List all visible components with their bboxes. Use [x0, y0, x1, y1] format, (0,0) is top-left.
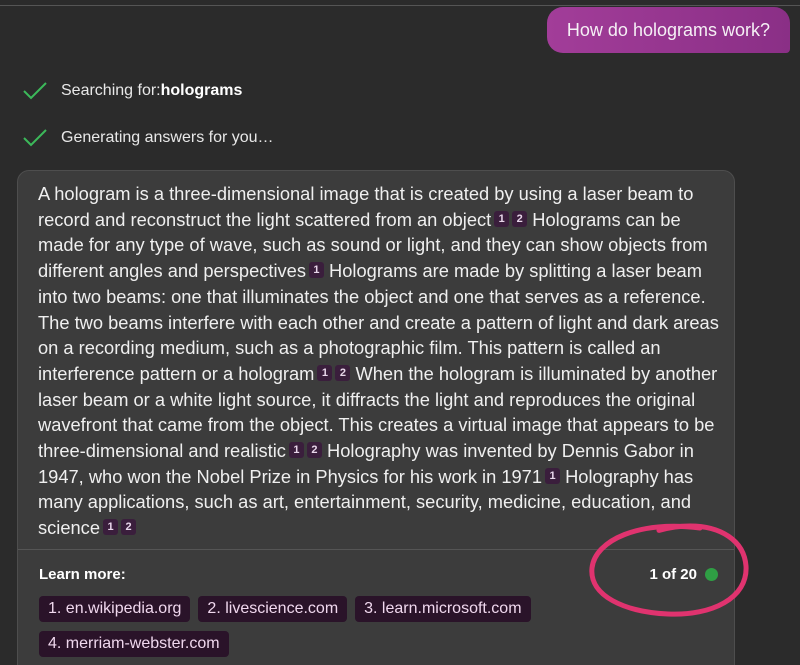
check-icon: [23, 129, 47, 147]
source-link[interactable]: 4. merriam-webster.com: [39, 631, 229, 657]
response-counter-text: 1 of 20: [649, 566, 697, 583]
citation-badge[interactable]: 2: [306, 442, 322, 459]
progress-step-searching: Searching for: holograms: [22, 80, 242, 102]
status-dot-icon: [705, 568, 718, 581]
citation-badge[interactable]: 2: [512, 210, 528, 227]
answer-card: A hologram is a three-dimensional image …: [17, 170, 735, 665]
search-query: holograms: [160, 82, 243, 99]
citation-badge[interactable]: 1: [545, 467, 561, 484]
user-message-bubble: How do holograms work?: [546, 7, 790, 53]
check-icon: [23, 82, 47, 100]
progress-step-text: Searching for:: [61, 82, 161, 99]
learn-more-label: Learn more:: [39, 566, 126, 583]
citation-badge[interactable]: 1: [103, 519, 118, 536]
citation-badge[interactable]: 1: [317, 364, 333, 381]
source-link[interactable]: 1. en.wikipedia.org: [39, 596, 191, 622]
citation-badge[interactable]: 2: [121, 519, 136, 536]
source-link[interactable]: 3. learn.microsoft.com: [355, 596, 531, 622]
progress-step-text: Generating answers for you…: [61, 129, 274, 146]
response-counter: 1 of 20: [649, 566, 718, 583]
top-divider: [0, 0, 800, 6]
card-divider: [18, 549, 734, 550]
citation-badge[interactable]: 1: [308, 262, 324, 279]
answer-text: A hologram is a three-dimensional image …: [38, 181, 724, 541]
source-link[interactable]: 2. livescience.com: [198, 596, 348, 622]
learn-more-links: 1. en.wikipedia.org 2. livescience.com 3. …: [39, 596, 719, 657]
user-message-text: How do holograms work?: [566, 19, 770, 40]
citation-badge[interactable]: 2: [335, 364, 351, 381]
progress-step-generating: Generating answers for you…: [22, 127, 274, 149]
citation-badge[interactable]: 1: [288, 442, 304, 459]
citation-badge[interactable]: 1: [494, 210, 510, 227]
